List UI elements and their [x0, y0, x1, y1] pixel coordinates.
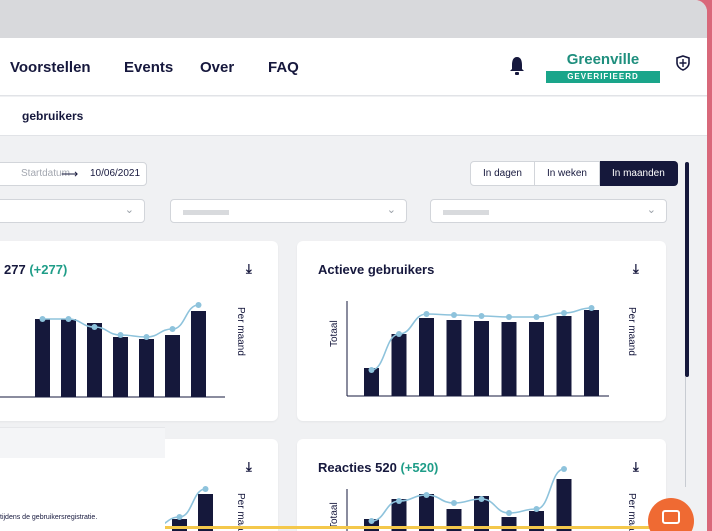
chart-point	[169, 326, 176, 332]
chart-point	[478, 496, 485, 502]
date-range-picker[interactable]: Startdatum ⟶ 10/06/2021	[0, 162, 147, 186]
segment-days[interactable]: In dagen	[470, 161, 535, 186]
page-title: gebruikers	[22, 109, 84, 123]
chart-point	[423, 492, 430, 498]
select-placeholder	[443, 210, 489, 215]
chart-point	[39, 316, 46, 322]
chart-point	[533, 314, 540, 320]
nav-link-voorstellen[interactable]: Voorstellen	[10, 59, 91, 76]
chart-bar	[584, 310, 599, 396]
nav-link-faq[interactable]: FAQ	[268, 59, 299, 76]
chart-point	[195, 302, 202, 308]
browser-strip	[0, 0, 707, 38]
chart-side-label: Per maand	[235, 307, 246, 356]
filter-select-2[interactable]: ⌄	[170, 199, 407, 223]
arrow-right-icon: ⟶	[61, 167, 79, 181]
chart-bar	[139, 339, 154, 397]
chart-bar	[61, 319, 76, 397]
notification-panel: tijdens de gebruikersregistratie.	[0, 427, 165, 531]
chart-point	[368, 518, 375, 524]
chart-reactions	[346, 466, 572, 531]
chart-point	[368, 367, 375, 373]
chart-point	[143, 334, 150, 340]
chart-point	[451, 500, 457, 506]
chart-active-users	[346, 301, 609, 397]
app-window: Voorstellen Events Over FAQ Greenville G…	[0, 0, 707, 531]
chart-bar	[165, 335, 180, 397]
notification-header	[0, 428, 165, 458]
chart-bar	[446, 320, 462, 396]
chart-bar	[87, 323, 102, 397]
chart-point	[117, 332, 124, 338]
chart-bar	[556, 316, 572, 396]
chart-point	[423, 311, 430, 317]
chart-bar	[529, 322, 544, 396]
card-total-users: 277 (+277) ⤓ Per maand	[0, 241, 278, 421]
chart-bar	[35, 319, 50, 397]
chart-point	[533, 506, 540, 512]
highlight-line	[165, 526, 650, 529]
chart-point	[506, 314, 512, 320]
chart-point	[65, 316, 72, 322]
chart-bar	[556, 479, 572, 531]
chevron-down-icon: ⌄	[386, 204, 396, 216]
chart-point	[396, 498, 402, 504]
chart-bar	[501, 322, 517, 396]
chat-icon	[662, 510, 680, 524]
nav-link-over[interactable]: Over	[200, 59, 234, 76]
scrollbar-track[interactable]	[685, 377, 686, 487]
interval-toggle: In dagen In weken In maanden	[470, 161, 678, 186]
chart-point	[176, 514, 183, 520]
chart-point	[588, 305, 595, 311]
scrollbar-thumb[interactable]	[685, 162, 689, 377]
chart-bar	[391, 334, 407, 396]
verified-badge: GEVERIFIEERD	[546, 71, 660, 83]
breadcrumb: gebruikers	[0, 97, 707, 136]
notification-message: tijdens de gebruikersregistratie.	[0, 514, 98, 521]
chart-point	[91, 324, 98, 330]
segment-months[interactable]: In maanden	[599, 161, 678, 186]
chevron-down-icon: ⌄	[124, 204, 134, 216]
chart-point	[396, 331, 402, 337]
shield-icon[interactable]	[676, 55, 690, 71]
chart-point	[202, 486, 209, 492]
nav-link-events[interactable]: Events	[124, 59, 173, 76]
chart-bar	[172, 519, 187, 531]
chart-side-label: Per maand	[626, 307, 637, 356]
organization-switcher[interactable]: Greenville GEVERIFIEERD	[546, 51, 660, 83]
select-placeholder	[183, 210, 229, 215]
date-to-field[interactable]: 10/06/2021	[90, 163, 140, 185]
bell-icon[interactable]	[509, 56, 525, 76]
chart-point	[506, 510, 512, 516]
filter-select-3[interactable]: ⌄	[430, 199, 667, 223]
filter-select-1[interactable]: ⌄	[0, 199, 145, 223]
organization-name: Greenville	[566, 51, 640, 68]
chevron-down-icon: ⌄	[646, 204, 656, 216]
chart-point	[478, 313, 485, 319]
chart-bar	[474, 321, 489, 396]
chart-bar	[113, 337, 128, 397]
chart-point	[561, 310, 567, 316]
card-reactions: Reacties 520 (+520) ⤓ Totaal Per maand	[297, 439, 666, 531]
top-navbar: Voorstellen Events Over FAQ Greenville G…	[0, 38, 707, 96]
segment-weeks[interactable]: In weken	[534, 161, 600, 186]
chart-point	[561, 466, 567, 472]
chart-bar	[419, 318, 434, 396]
chart-bar	[191, 311, 206, 397]
card-active-users: Actieve gebruikers ⤓ Totaal Per maand	[297, 241, 666, 421]
chart-point	[451, 312, 457, 318]
